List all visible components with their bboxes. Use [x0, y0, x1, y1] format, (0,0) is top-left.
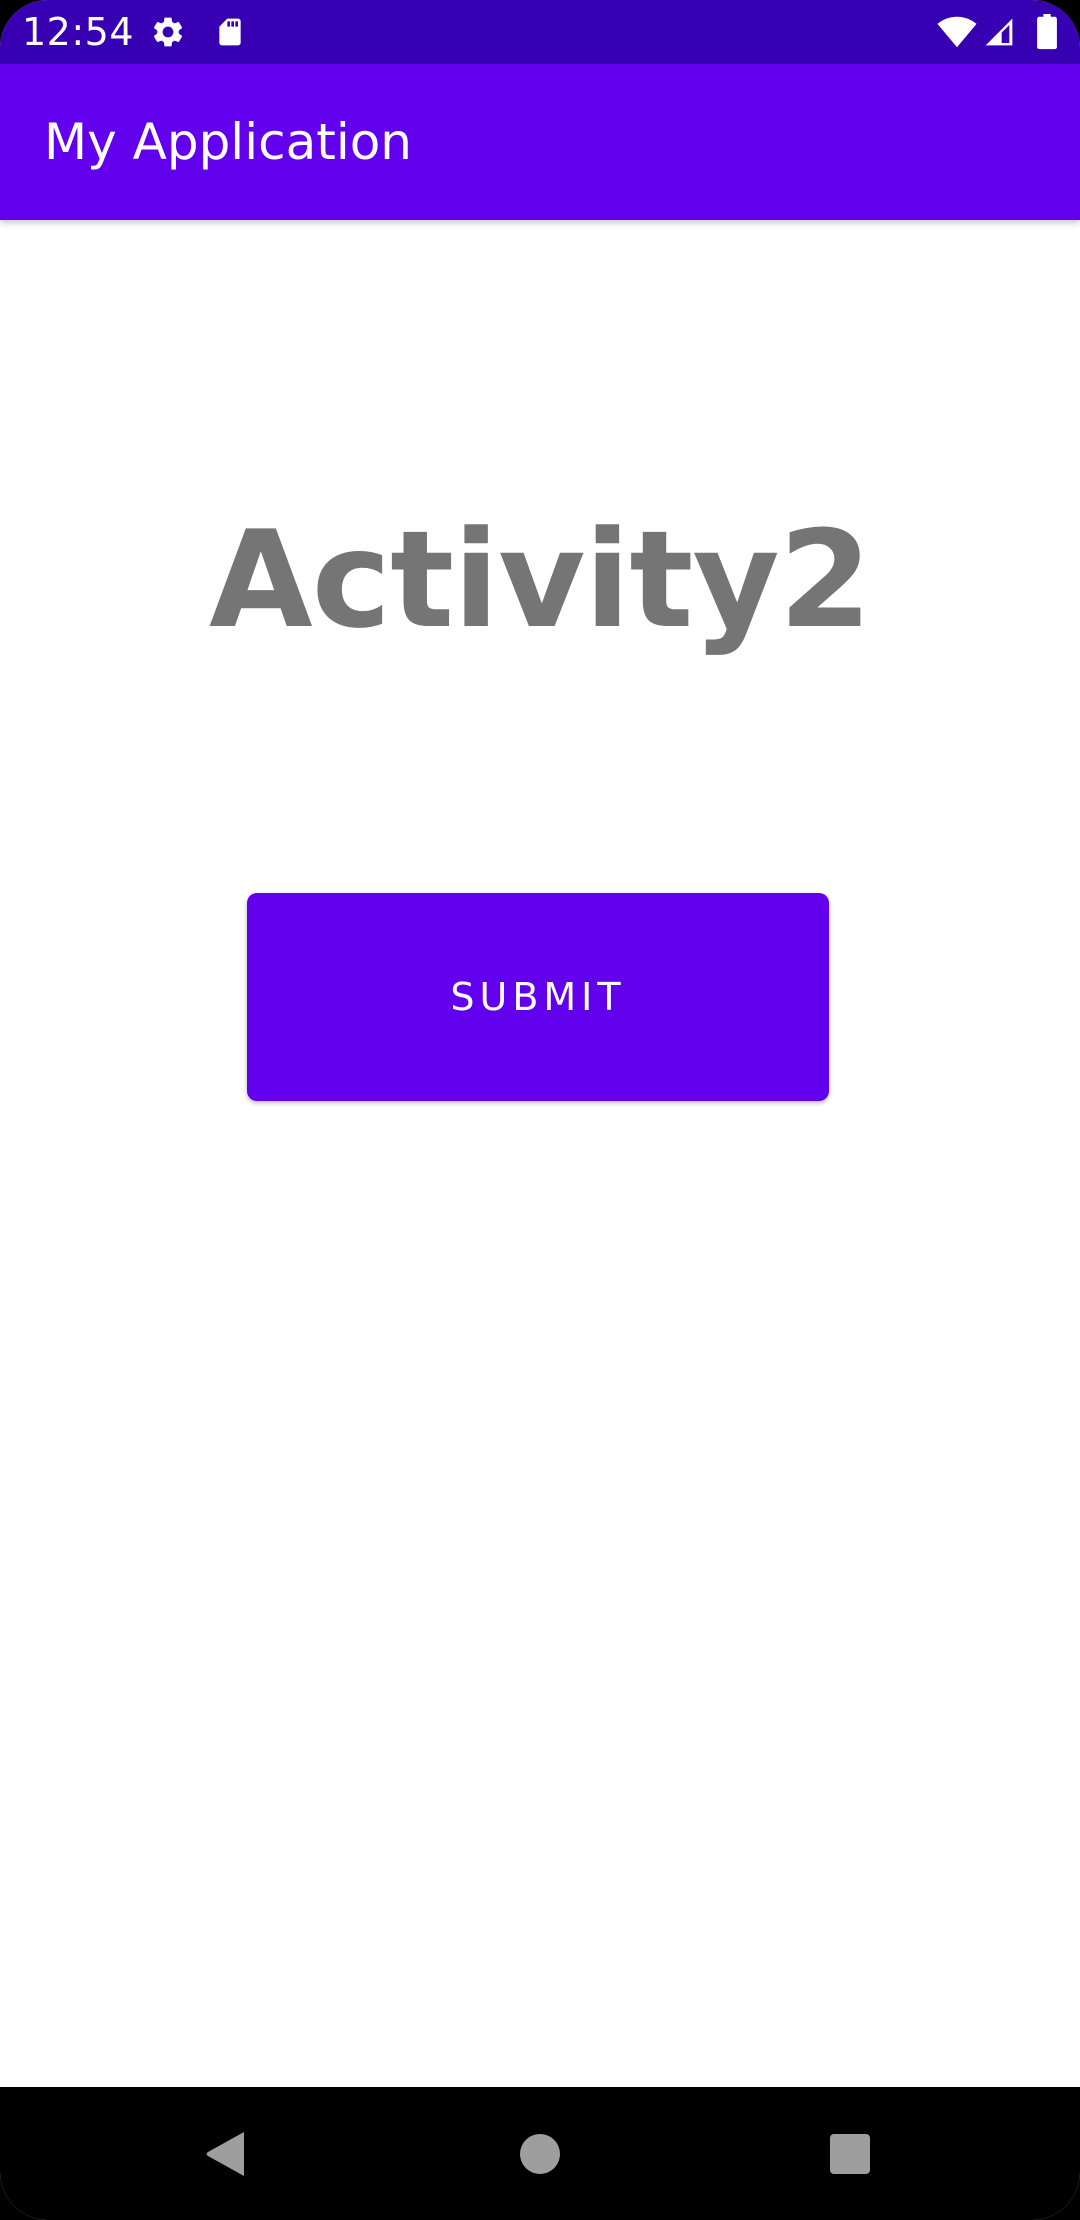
navigation-bar	[0, 2087, 1080, 2220]
home-icon[interactable]	[460, 2087, 620, 2220]
gear-icon	[148, 0, 188, 64]
battery-icon	[1032, 0, 1062, 64]
status-time: 12:54	[22, 10, 135, 54]
wifi-icon	[934, 0, 980, 64]
recents-icon[interactable]	[770, 2087, 930, 2220]
status-bar: 12:54	[0, 0, 1080, 64]
submit-button[interactable]: SUBMIT	[247, 893, 829, 1101]
back-icon[interactable]	[146, 2087, 306, 2220]
activity-heading: Activity2	[208, 502, 872, 658]
app-bar: My Application	[0, 64, 1080, 220]
device-screen: 12:54 My Application Activity2 SUBMIT	[0, 0, 1080, 2220]
sd-card-icon	[212, 0, 248, 64]
signal-icon	[982, 0, 1016, 64]
app-title: My Application	[44, 113, 412, 171]
